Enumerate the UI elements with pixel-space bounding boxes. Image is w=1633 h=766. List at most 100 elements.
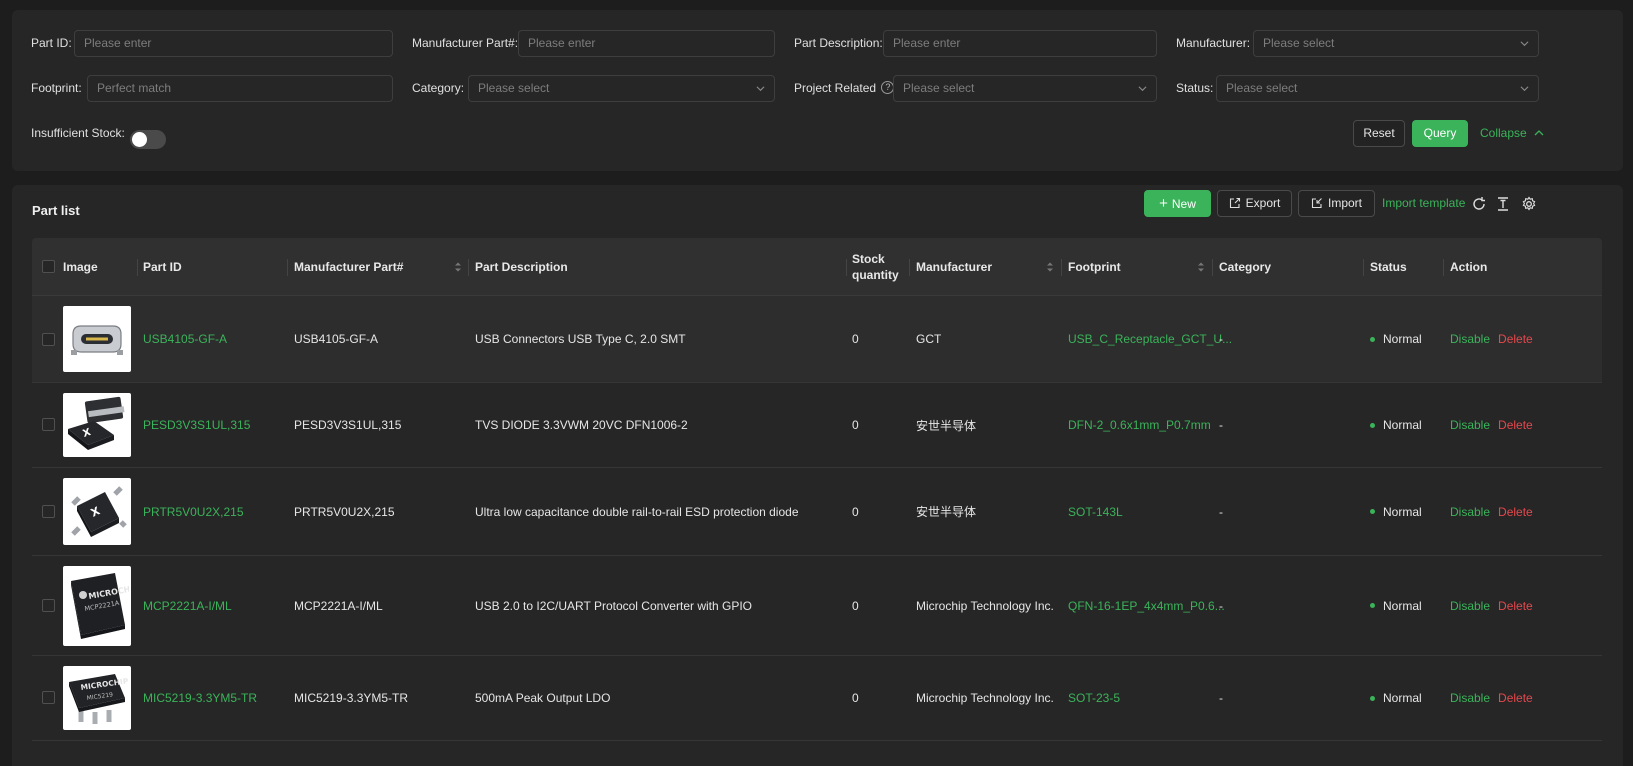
export-icon (1229, 197, 1240, 209)
status-text: Normal (1383, 598, 1422, 613)
sot23-chip-image: MICROCHIP MIC5219 (63, 666, 131, 730)
row-checkbox[interactable] (42, 418, 55, 431)
manufacturer-part-placeholder: Please enter (528, 36, 596, 50)
footprint-link[interactable]: USB_C_Receptacle_GCT_U... (1068, 296, 1232, 382)
row-checkbox[interactable] (42, 691, 55, 704)
delete-button[interactable]: Delete (1498, 599, 1533, 613)
table-row[interactable]: X PESD3V3S1UL,315 PESD3V3S1UL,315 TVS DI… (32, 383, 1602, 468)
filter-panel: Part ID: Please enter Manufacturer Part#… (12, 10, 1623, 171)
status-badge: Normal (1370, 383, 1422, 467)
disable-button[interactable]: Disable (1450, 418, 1490, 432)
manufacturer-placeholder: Please select (1263, 36, 1335, 50)
row-actions: Disable Delete (1450, 383, 1533, 467)
reset-button[interactable]: Reset (1353, 120, 1405, 147)
footprint-link[interactable]: DFN-2_0.6x1mm_P0.7mm (1068, 383, 1211, 467)
category-cell: - (1219, 332, 1223, 346)
new-button[interactable]: + New (1144, 190, 1211, 217)
manufacturer-select[interactable]: Please select (1253, 30, 1539, 57)
disable-button[interactable]: Disable (1450, 505, 1490, 519)
column-height-icon[interactable] (1495, 196, 1511, 212)
part-id-placeholder: Please enter (84, 36, 152, 50)
project-related-select[interactable]: Please select (893, 75, 1157, 102)
table-row[interactable]: MICROCHIP MIC5219 MIC5219-3.3YM5-TR MIC52… (32, 656, 1602, 741)
status-text: Normal (1383, 332, 1422, 346)
sort-icon[interactable] (1197, 261, 1205, 273)
description-cell: Ultra low capacitance double rail-to-rai… (475, 504, 799, 519)
column-header-part-id[interactable]: Part ID (143, 238, 182, 296)
chevron-down-icon (756, 86, 765, 92)
part-id-link[interactable]: PESD3V3S1UL,315 (143, 383, 250, 467)
category-select[interactable]: Please select (468, 75, 775, 102)
part-id-link[interactable]: USB4105-GF-A (143, 296, 227, 382)
category-cell: - (1219, 691, 1223, 705)
row-actions: Disable Delete (1450, 556, 1533, 655)
part-id-link[interactable]: MCP2221A-I/ML (143, 556, 232, 655)
row-checkbox[interactable] (42, 599, 55, 612)
mpn-cell: PESD3V3S1UL,315 (294, 418, 402, 432)
disable-button[interactable]: Disable (1450, 691, 1490, 705)
status-placeholder: Please select (1226, 81, 1298, 95)
delete-button[interactable]: Delete (1498, 691, 1533, 705)
table-row[interactable]: X PRTR5V0U2X,215 PRTR5V0U2X,215 Ultra lo… (32, 468, 1602, 556)
chevron-down-icon (1138, 86, 1147, 92)
stock-header-line1: Stock (852, 252, 885, 266)
delete-button[interactable]: Delete (1498, 505, 1533, 519)
row-checkbox[interactable] (42, 333, 55, 346)
footprint-input[interactable]: Perfect match (87, 75, 393, 102)
category-cell: - (1219, 418, 1223, 432)
export-button[interactable]: Export (1217, 190, 1292, 217)
status-select[interactable]: Please select (1216, 75, 1539, 102)
row-checkbox[interactable] (42, 505, 55, 518)
description-cell: TVS DIODE 3.3VWM 20VC DFN1006-2 (475, 418, 688, 432)
part-description-input[interactable]: Please enter (883, 30, 1157, 57)
column-header-stock-quantity: Stock quantity (852, 238, 899, 296)
sort-icon[interactable] (454, 261, 462, 273)
query-button[interactable]: Query (1412, 120, 1468, 147)
footprint-link[interactable]: SOT-143L (1068, 468, 1123, 555)
status-badge: Normal (1370, 656, 1422, 740)
chevron-down-icon (1520, 86, 1529, 92)
table-header: Image Part ID Manufacturer Part# Part De… (32, 238, 1602, 296)
sort-icon[interactable] (1046, 261, 1054, 273)
manufacturer-part-input[interactable]: Please enter (518, 30, 775, 57)
column-header-action: Action (1450, 260, 1488, 274)
status-text: Normal (1383, 504, 1422, 519)
refresh-icon[interactable] (1471, 196, 1487, 212)
stock-cell: 0 (852, 418, 859, 432)
column-header-footprint[interactable]: Footprint (1068, 238, 1121, 296)
manufacturer-part-label: Manufacturer Part#: (412, 36, 519, 50)
delete-button[interactable]: Delete (1498, 332, 1533, 346)
stock-cell: 0 (852, 598, 859, 613)
table-row[interactable]: MICROCHIP MCP2221A MCP2221A-I/ML MCP2221A… (32, 556, 1602, 656)
mpn-cell: PRTR5V0U2X,215 (294, 504, 395, 519)
collapse-link[interactable]: Collapse (1480, 120, 1544, 147)
footprint-label: Footprint: (31, 81, 82, 95)
part-id-link[interactable]: PRTR5V0U2X,215 (143, 468, 244, 555)
disable-button[interactable]: Disable (1450, 599, 1490, 613)
table-row[interactable]: USB4105-GF-A USB4105-GF-A USB Connectors… (32, 296, 1602, 383)
manufacturer-cell: 安世半导体 (916, 418, 977, 433)
footprint-link[interactable]: QFN-16-1EP_4x4mm_P0.6... (1068, 556, 1225, 655)
disable-button[interactable]: Disable (1450, 332, 1490, 346)
select-all-checkbox[interactable] (42, 260, 55, 273)
mpn-cell: MCP2221A-I/ML (294, 598, 383, 613)
insufficient-stock-toggle[interactable] (130, 130, 166, 149)
toggle-knob (132, 132, 147, 147)
footprint-link[interactable]: SOT-23-5 (1068, 656, 1120, 740)
part-id-input[interactable]: Please enter (74, 30, 393, 57)
status-dot-icon (1370, 695, 1375, 701)
qfn-chip-image: MICROCHIP MCP2221A (63, 566, 131, 646)
column-header-manufacturer-part[interactable]: Manufacturer Part# (294, 238, 403, 296)
status-label: Status: (1176, 81, 1214, 95)
delete-button[interactable]: Delete (1498, 418, 1533, 432)
export-label: Export (1245, 196, 1281, 210)
stock-cell: 0 (852, 504, 859, 519)
status-dot-icon (1370, 422, 1375, 428)
part-id-link[interactable]: MIC5219-3.3YM5-TR (143, 656, 257, 740)
stock-header-line2: quantity (852, 268, 899, 282)
column-header-manufacturer[interactable]: Manufacturer (916, 238, 992, 296)
import-button[interactable]: Import (1298, 190, 1375, 217)
gear-icon[interactable] (1521, 196, 1537, 212)
import-template-link[interactable]: Import template (1382, 190, 1465, 217)
category-cell: - (1219, 598, 1223, 613)
